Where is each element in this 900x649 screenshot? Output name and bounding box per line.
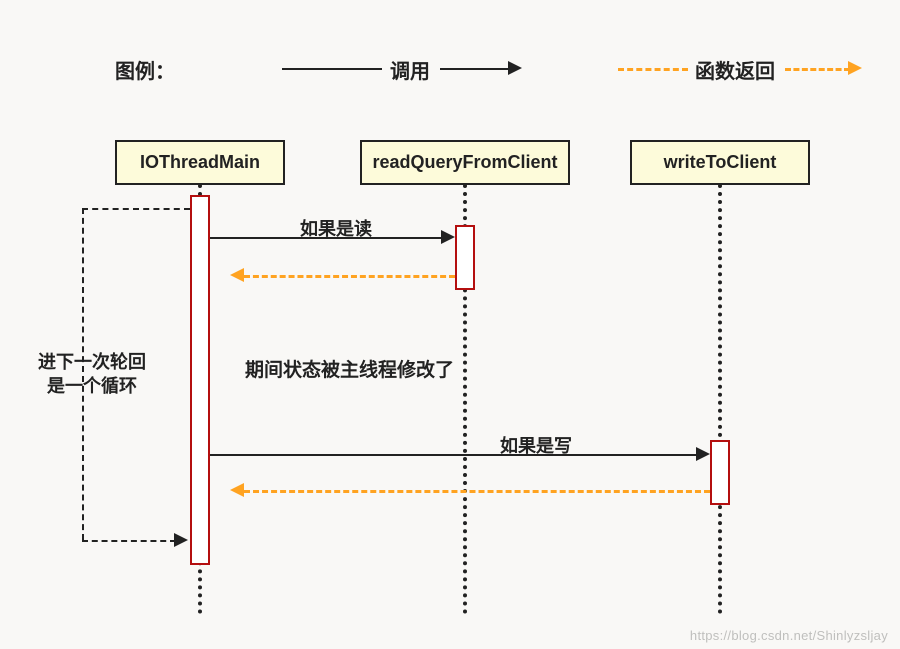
legend-return-arrowhead-icon (848, 61, 862, 75)
msg-if-write-line (210, 454, 698, 456)
loop-bottom-line (82, 540, 176, 542)
loop-arrowhead-icon (174, 533, 188, 547)
msg-read-return-line (244, 275, 455, 278)
msg-if-write-label: 如果是写 (500, 432, 572, 458)
msg-if-read-label: 如果是读 (300, 215, 372, 241)
mid-note: 期间状态被主线程修改了 (245, 355, 454, 382)
msg-if-write-arrowhead-icon (696, 447, 710, 461)
diagram-canvas: 图例： 调用 函数返回 IOThreadMain readQueryFromCl… (0, 0, 900, 649)
legend-return-line-right (785, 68, 850, 71)
legend-call-line-left (282, 68, 382, 70)
msg-read-return-arrowhead-icon (230, 268, 244, 282)
legend-title: 图例： (115, 55, 175, 84)
activation-read (455, 225, 475, 290)
loop-note-line1: 进下一次轮回 (38, 352, 146, 372)
watermark: https://blog.csdn.net/Shinlyzsljay (690, 628, 888, 643)
participant-writetoclient: writeToClient (630, 140, 810, 185)
legend-call-arrowhead-icon (508, 61, 522, 75)
msg-write-return-line (244, 490, 710, 493)
loop-top-line (82, 208, 190, 210)
participant-readqueryfromclient: readQueryFromClient (360, 140, 570, 185)
participant-iothreadmain: IOThreadMain (115, 140, 285, 185)
msg-write-return-arrowhead-icon (230, 483, 244, 497)
legend-call-line-right (440, 68, 510, 70)
msg-if-read-arrowhead-icon (441, 230, 455, 244)
activation-io (190, 195, 210, 565)
legend-return-line-left (618, 68, 688, 71)
legend-return-label: 函数返回 (695, 55, 775, 84)
activation-write (710, 440, 730, 505)
lifeline-write (718, 184, 722, 614)
legend-call-label: 调用 (390, 55, 430, 84)
loop-note-line2: 是一个循环 (47, 376, 137, 396)
loop-note: 进下一次轮回 是一个循环 (22, 350, 162, 399)
